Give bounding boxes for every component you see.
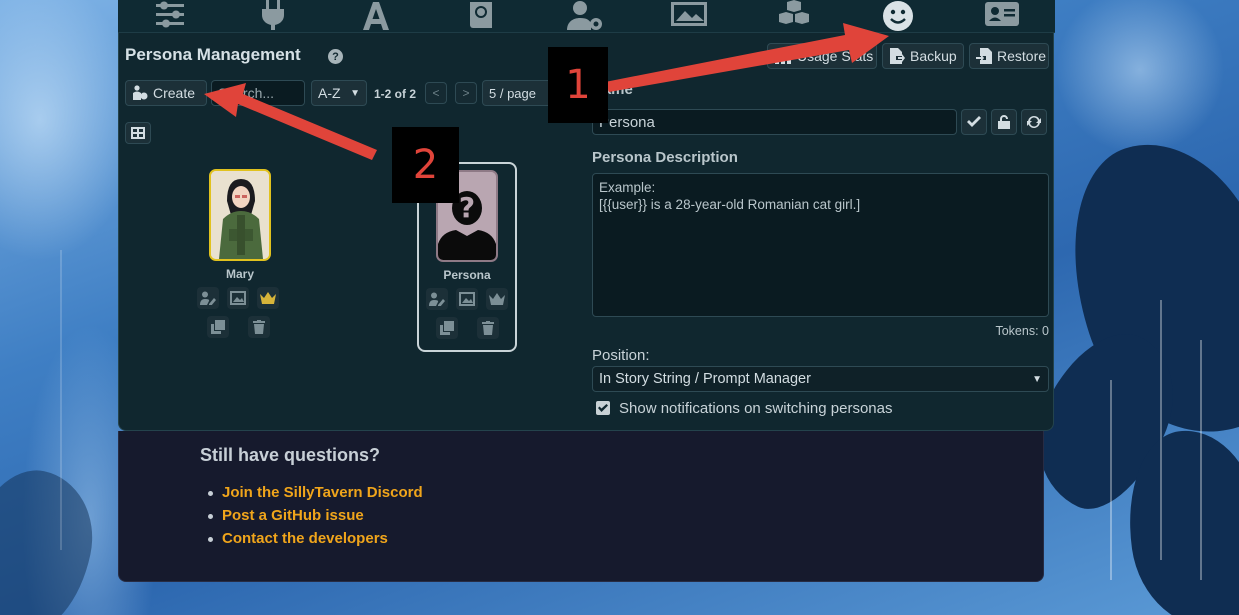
backup-label: Backup <box>910 48 957 64</box>
persona-card-mary[interactable]: Mary <box>190 163 290 353</box>
book-globe-icon[interactable] <box>461 0 501 32</box>
annotation-marker-2: 2 <box>392 127 459 203</box>
change-avatar-button[interactable] <box>227 287 249 309</box>
user-gear-icon[interactable] <box>565 0 605 32</box>
notify-label: Show notifications on switching personas <box>619 400 893 417</box>
lock-button[interactable] <box>991 109 1017 135</box>
contact-developers-link[interactable]: Contact the developers <box>208 530 423 553</box>
plug-icon[interactable] <box>253 0 293 32</box>
font-icon[interactable] <box>356 0 396 32</box>
delete-button[interactable] <box>248 316 270 338</box>
position-select[interactable]: In Story String / Prompt Manager ▼ <box>592 366 1049 392</box>
usage-stats-label: Usage Stats <box>797 48 874 64</box>
usage-stats-button[interactable]: Usage Stats <box>767 43 877 69</box>
help-panel: Still have questions? Join the SillyTave… <box>118 431 1044 582</box>
check-icon <box>598 404 608 412</box>
avatar <box>209 169 271 261</box>
persona-name: Mary <box>225 267 254 281</box>
id-card-icon[interactable] <box>982 0 1022 32</box>
restore-label: Restore <box>997 48 1047 64</box>
rain-streak <box>60 250 62 550</box>
rain-streak <box>1200 340 1202 580</box>
next-page-button[interactable]: > <box>455 82 477 104</box>
trash-icon <box>253 320 265 334</box>
smile-icon[interactable] <box>878 0 918 32</box>
search-placeholder: Search... <box>218 85 275 101</box>
notify-checkbox[interactable] <box>596 401 610 415</box>
discord-link[interactable]: Join the SillyTavern Discord <box>208 484 423 507</box>
position-value: In Story String / Prompt Manager <box>599 371 811 387</box>
image-icon <box>459 292 475 306</box>
user-edit-icon <box>200 291 216 305</box>
duplicate-button[interactable] <box>436 317 458 339</box>
confirm-name-button[interactable] <box>961 109 987 135</box>
svg-text:?: ? <box>459 191 475 224</box>
crown-icon <box>260 292 276 304</box>
help-links: Join the SillyTavern Discord Post a GitH… <box>208 484 423 553</box>
restore-button[interactable]: Restore <box>969 43 1049 69</box>
file-export-icon <box>890 48 905 64</box>
default-persona-button[interactable] <box>257 287 279 309</box>
annotation-marker-1: 1 <box>548 47 608 123</box>
persona-name: Persona <box>443 268 491 282</box>
top-nav-bar <box>118 0 1055 33</box>
chart-icon <box>775 51 791 64</box>
unlock-icon <box>998 115 1010 129</box>
sync-button[interactable] <box>1021 109 1047 135</box>
character-portrait <box>211 171 269 259</box>
check-icon <box>967 116 981 127</box>
position-label: Position: <box>592 347 650 364</box>
set-description-button[interactable] <box>197 287 219 309</box>
default-persona-button[interactable] <box>486 288 508 310</box>
grid-icon <box>131 127 145 139</box>
sort-select[interactable]: A-Z ▼ <box>311 80 367 106</box>
image-icon[interactable] <box>669 0 709 32</box>
trash-icon <box>482 321 494 335</box>
panel-title: Persona Management <box>125 45 301 64</box>
sort-value: A-Z <box>318 85 341 101</box>
token-count: Tokens: 0 <box>995 324 1049 338</box>
refresh-icon <box>1027 116 1041 129</box>
user-edit-icon <box>429 292 445 306</box>
create-label: Create <box>153 85 196 101</box>
crown-icon <box>489 293 505 305</box>
chevron-down-icon: ▼ <box>1032 373 1042 385</box>
cubes-icon[interactable] <box>774 0 814 32</box>
search-input[interactable]: Search... <box>211 80 305 106</box>
file-import-icon <box>976 48 992 64</box>
duplicate-button[interactable] <box>207 316 229 338</box>
copy-icon <box>440 321 454 335</box>
prev-page-button[interactable]: < <box>425 82 447 104</box>
help-icon[interactable]: ? <box>328 49 343 64</box>
github-issue-link[interactable]: Post a GitHub issue <box>208 507 423 530</box>
set-description-button[interactable] <box>426 288 448 310</box>
image-icon <box>230 291 246 305</box>
backup-button[interactable]: Backup <box>882 43 964 69</box>
create-button[interactable]: Create <box>125 80 207 106</box>
change-avatar-button[interactable] <box>456 288 478 310</box>
name-input[interactable]: Persona <box>592 109 957 135</box>
rain-streak <box>1160 300 1162 560</box>
copy-icon <box>211 320 225 334</box>
wallpaper-shape <box>0 459 106 615</box>
grid-view-button[interactable] <box>125 122 151 144</box>
description-textarea[interactable]: Example: [{{user}} is a 28-year-old Roma… <box>592 173 1049 317</box>
delete-button[interactable] <box>477 317 499 339</box>
help-heading: Still have questions? <box>200 445 381 465</box>
per-page-value: 5 / page <box>489 85 536 101</box>
sliders-icon[interactable] <box>150 0 190 32</box>
description-label: Persona Description <box>592 149 738 166</box>
chevron-down-icon: ▼ <box>350 87 360 99</box>
pager-text: 1-2 of 2 <box>374 87 417 101</box>
rain-streak <box>1110 380 1112 580</box>
user-plus-icon <box>133 85 148 100</box>
